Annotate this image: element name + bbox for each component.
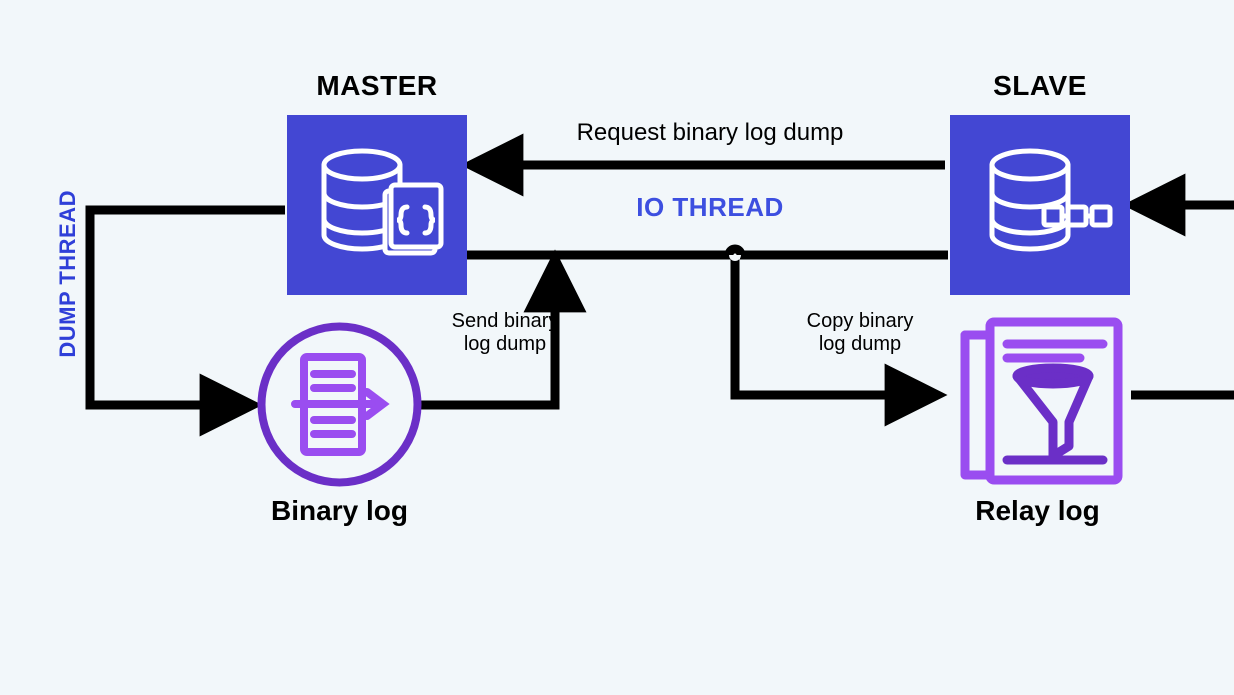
io-thread-label: IO THREAD <box>525 192 895 223</box>
binary-log-node <box>257 322 422 487</box>
relay-log-icon <box>945 310 1130 490</box>
master-node <box>287 115 467 295</box>
binary-log-icon <box>257 322 422 487</box>
slave-node <box>950 115 1130 295</box>
request-binlog-label: Request binary log dump <box>525 120 895 146</box>
send-binlog-label: Send binary log dump <box>430 310 580 356</box>
relay-log-node <box>945 310 1130 490</box>
database-code-icon <box>287 115 467 295</box>
copy-binlog-label: Copy binary log dump <box>785 310 935 356</box>
copy-binlog-l2: log dump <box>819 333 901 355</box>
send-binlog-l1: Send binary <box>452 310 559 332</box>
master-title: MASTER <box>287 70 467 102</box>
send-binlog-l2: log dump <box>464 333 546 355</box>
dump-thread-label: DUMP THREAD <box>55 190 81 358</box>
slave-title: SLAVE <box>950 70 1130 102</box>
binary-log-label: Binary log <box>247 495 432 527</box>
database-replica-icon <box>950 115 1130 295</box>
copy-binlog-l1: Copy binary <box>807 310 914 332</box>
relay-log-label: Relay log <box>945 495 1130 527</box>
